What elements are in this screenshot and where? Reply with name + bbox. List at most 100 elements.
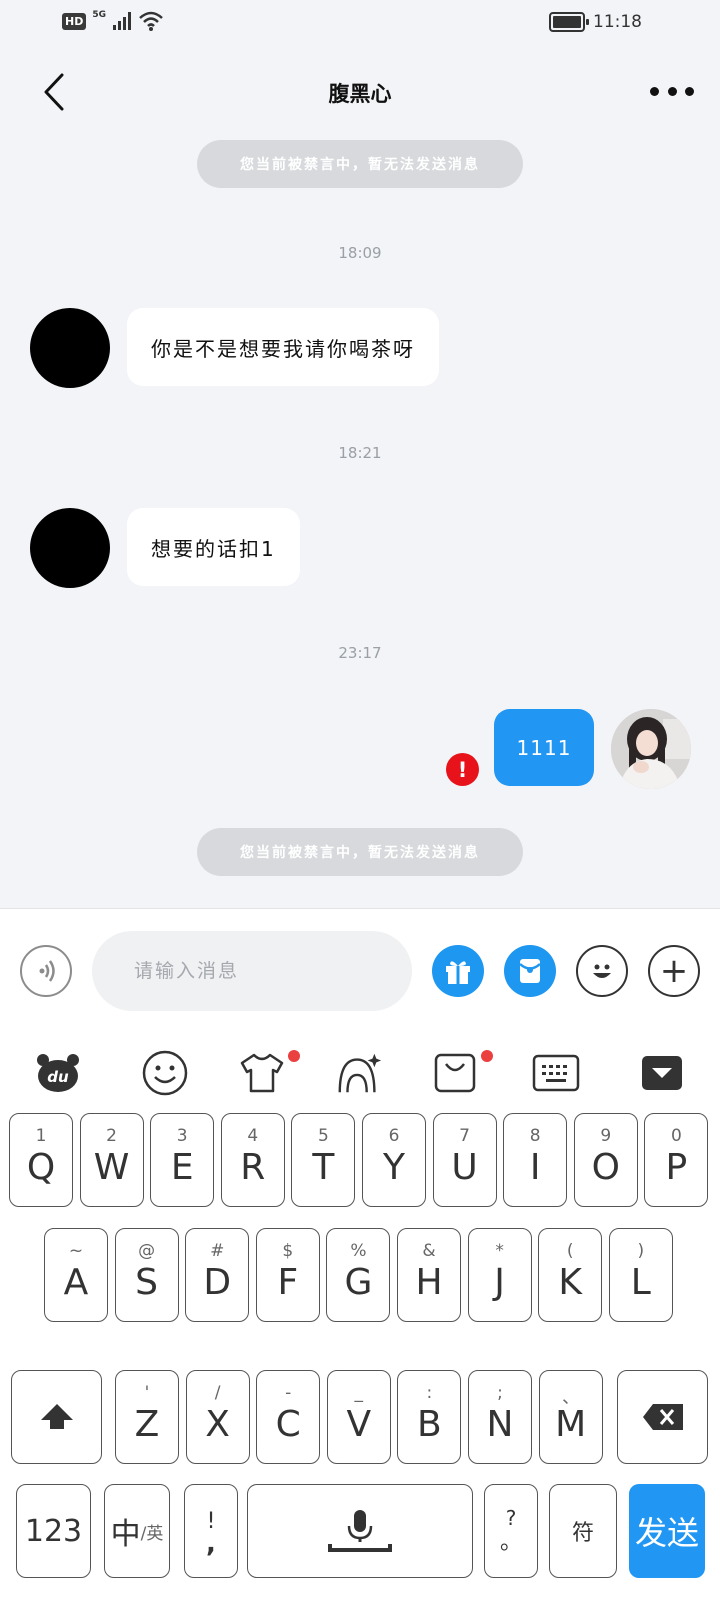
- key-primary-label: K: [558, 1261, 582, 1303]
- more-options-icon[interactable]: [650, 82, 694, 100]
- send-key[interactable]: 发送: [629, 1484, 705, 1578]
- contact-avatar[interactable]: [30, 508, 110, 588]
- key-secondary-label: 6: [388, 1126, 400, 1146]
- key-p[interactable]: 0P: [644, 1113, 709, 1207]
- key-f[interactable]: $ F: [255, 1228, 320, 1322]
- key-primary-label: X: [205, 1403, 230, 1445]
- key-secondary-label: :: [426, 1383, 433, 1403]
- skin-shirt-icon[interactable]: [237, 1048, 287, 1098]
- punctuation-key[interactable]: ! ,: [184, 1484, 238, 1578]
- key-z[interactable]: ' Z: [115, 1370, 179, 1464]
- key-u[interactable]: 7U: [432, 1113, 497, 1207]
- voice-wave-icon: [39, 960, 55, 982]
- key-primary-label: F: [277, 1261, 299, 1303]
- emoji-button[interactable]: [576, 945, 628, 997]
- key-primary-label: Y: [383, 1146, 405, 1188]
- key-l[interactable]: ) L: [608, 1228, 673, 1322]
- key-r[interactable]: 4R: [220, 1113, 285, 1207]
- key-secondary-label: ;: [497, 1383, 503, 1403]
- key-j[interactable]: * J: [467, 1228, 532, 1322]
- key-d[interactable]: # D: [185, 1228, 250, 1322]
- key-q[interactable]: 1Q: [9, 1113, 73, 1207]
- more-actions-button[interactable]: +: [648, 945, 700, 997]
- system-notice-top: 您当前被禁言中，暂无法发送消息: [197, 140, 523, 188]
- key-primary-label: A: [63, 1261, 89, 1303]
- key-primary-label: H: [415, 1261, 443, 1303]
- ai-assistant-icon[interactable]: [334, 1048, 384, 1098]
- backspace-key[interactable]: [617, 1370, 708, 1464]
- page-title: 腹黑心: [328, 82, 392, 106]
- gift-icon: [446, 961, 470, 984]
- key-primary-label: J: [494, 1261, 505, 1303]
- punctuation-key-2[interactable]: ? 。: [484, 1484, 538, 1578]
- key-secondary-label: 3: [176, 1126, 188, 1146]
- key-primary-label: W: [93, 1146, 130, 1188]
- key-primary-label: S: [135, 1261, 159, 1303]
- key-x[interactable]: / X: [185, 1370, 250, 1464]
- key-y[interactable]: 6Y: [362, 1113, 426, 1207]
- key-a[interactable]: ~ A: [44, 1228, 108, 1322]
- key-w[interactable]: 2W: [79, 1113, 144, 1207]
- number-mode-key[interactable]: 123: [16, 1484, 91, 1578]
- key-v[interactable]: _ V: [326, 1370, 391, 1464]
- key-secondary-label: 7: [459, 1126, 470, 1146]
- key-secondary-label: 1: [35, 1126, 47, 1146]
- voice-input-button[interactable]: [20, 945, 72, 997]
- baidu-du-icon[interactable]: du: [33, 1048, 83, 1098]
- key-primary-label: R: [240, 1146, 266, 1188]
- message-input[interactable]: [92, 931, 412, 1011]
- microphone-icon: [328, 1510, 392, 1552]
- battery-icon: [549, 12, 589, 32]
- collapse-keyboard-icon[interactable]: [637, 1048, 687, 1098]
- key-primary-label: G: [344, 1261, 373, 1303]
- key-primary-label: M: [555, 1403, 587, 1445]
- shift-key[interactable]: [11, 1370, 102, 1464]
- key-e[interactable]: 3E: [150, 1113, 215, 1207]
- red-packet-icon: [519, 959, 541, 983]
- language-switch-key[interactable]: 中 /英: [104, 1484, 170, 1578]
- contact-avatar[interactable]: [30, 308, 110, 388]
- key-secondary-label: 9: [600, 1126, 612, 1146]
- status-right: 11:18: [549, 12, 642, 32]
- key-t[interactable]: 5T: [291, 1113, 356, 1207]
- key-m[interactable]: 、 M: [538, 1370, 603, 1464]
- user-avatar[interactable]: [611, 709, 691, 789]
- backspace-icon: [642, 1404, 683, 1430]
- key-i[interactable]: 8I: [503, 1113, 568, 1207]
- outgoing-message-bubble[interactable]: 1111: [494, 709, 594, 786]
- incoming-message-bubble[interactable]: 你是不是想要我请你喝茶呀: [127, 308, 439, 386]
- key-primary-label: O: [591, 1146, 620, 1188]
- key-g[interactable]: % G: [326, 1228, 391, 1322]
- key-primary-label: P: [665, 1146, 688, 1188]
- notification-dot: [288, 1050, 300, 1062]
- send-failed-icon[interactable]: !: [446, 753, 479, 786]
- emoji-panel-icon[interactable]: [140, 1048, 190, 1098]
- symbols-key[interactable]: 符: [549, 1484, 617, 1578]
- key-secondary-label: &: [422, 1241, 436, 1261]
- incoming-message-bubble[interactable]: 想要的话扣1: [127, 508, 300, 586]
- key-h[interactable]: & H: [397, 1228, 461, 1322]
- clock: 11:18: [593, 12, 642, 32]
- status-left: HD 5G: [62, 10, 164, 32]
- gift-button[interactable]: [432, 945, 484, 997]
- key-o[interactable]: 9O: [573, 1113, 638, 1207]
- key-k[interactable]: (K: [538, 1228, 603, 1322]
- key-secondary-label: 4: [247, 1126, 259, 1146]
- key-primary-label: L: [630, 1261, 651, 1303]
- key-c[interactable]: -C: [256, 1370, 321, 1464]
- key-b[interactable]: :B: [397, 1370, 462, 1464]
- key-secondary-label: ': [144, 1383, 150, 1403]
- keyboard-layout-icon[interactable]: [531, 1048, 581, 1098]
- key-s[interactable]: @ S: [114, 1228, 179, 1322]
- key-primary-label: I: [529, 1146, 541, 1188]
- input-bar: +: [0, 908, 720, 1028]
- key-n[interactable]: ; N: [468, 1370, 532, 1464]
- smiley-icon: [593, 964, 611, 978]
- keyboard-toolbar: du: [0, 1028, 720, 1118]
- space-key[interactable]: [247, 1484, 473, 1578]
- status-bar: HD 5G 11:18: [0, 0, 720, 50]
- red-packet-button[interactable]: [504, 945, 556, 997]
- key-secondary-label: 、: [562, 1388, 580, 1408]
- network-type: 5G: [92, 10, 106, 20]
- shopping-bag-icon[interactable]: [430, 1048, 480, 1098]
